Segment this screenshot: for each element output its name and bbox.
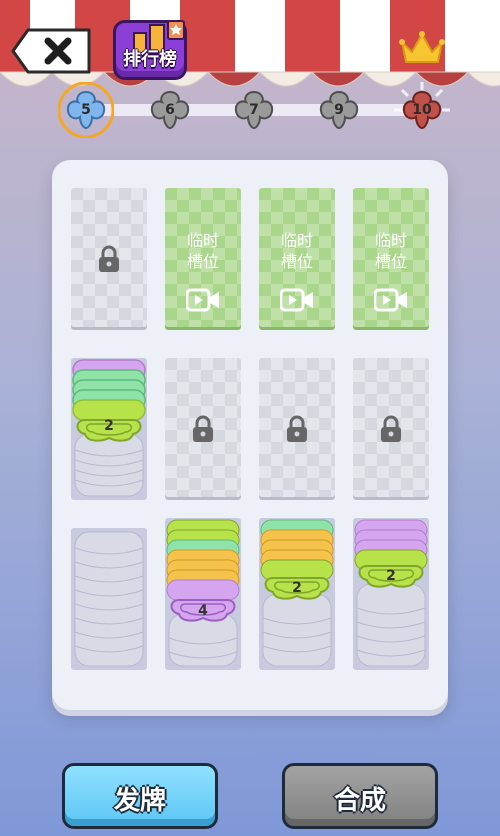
stack-slot[interactable]: 2 bbox=[259, 518, 335, 670]
stack-slot[interactable]: 4 bbox=[165, 518, 241, 670]
stack-count: 2 bbox=[292, 580, 302, 596]
stack-slot[interactable]: 2 bbox=[353, 518, 429, 670]
deal-button[interactable]: 发牌 bbox=[62, 763, 218, 829]
stack-count: 2 bbox=[104, 418, 114, 434]
locked-slot[interactable] bbox=[165, 358, 241, 500]
lock-icon bbox=[287, 415, 307, 442]
temp-slot-label: 临时 槽位 bbox=[186, 231, 219, 271]
lock-icon bbox=[381, 415, 401, 442]
merge-button[interactable]: 合成 bbox=[282, 763, 438, 829]
lock-icon bbox=[193, 415, 213, 442]
level-node: 7 bbox=[226, 82, 282, 138]
locked-slot[interactable] bbox=[71, 188, 147, 330]
stack-count: 4 bbox=[198, 603, 208, 619]
leaderboard-label: 排行榜 bbox=[123, 49, 177, 70]
video-camera-icon bbox=[374, 288, 407, 312]
locked-slot[interactable] bbox=[259, 358, 335, 500]
stack-slot[interactable]: 2 bbox=[71, 358, 147, 500]
game-board: 临时 槽位 临时 槽位 临时 槽位 2 4 2 2 bbox=[52, 160, 448, 710]
stack-count: 2 bbox=[386, 568, 396, 584]
temp-slot-ad-unlock[interactable]: 临时 槽位 bbox=[259, 188, 335, 330]
close-button[interactable] bbox=[10, 27, 92, 75]
level-node-goal: 10 bbox=[394, 82, 450, 138]
temp-slot-ad-unlock[interactable]: 临时 槽位 bbox=[165, 188, 241, 330]
temp-slot-label: 临时 槽位 bbox=[374, 231, 407, 271]
level-node: 6 bbox=[142, 82, 198, 138]
video-camera-icon bbox=[186, 288, 219, 312]
temp-slot-label: 临时 槽位 bbox=[280, 231, 313, 271]
locked-slot[interactable] bbox=[353, 358, 429, 500]
video-camera-icon bbox=[280, 288, 313, 312]
deal-button-label: 发牌 bbox=[113, 786, 166, 816]
merge-button-label: 合成 bbox=[333, 786, 386, 816]
crown-icon bbox=[399, 31, 445, 63]
temp-slot-ad-unlock[interactable]: 临时 槽位 bbox=[353, 188, 429, 330]
lock-icon bbox=[99, 245, 119, 272]
level-node-current: 5 bbox=[57, 81, 115, 139]
level-node: 9 bbox=[311, 82, 367, 138]
stack-slot[interactable] bbox=[71, 528, 147, 670]
leaderboard-button[interactable]: 排行榜 bbox=[113, 20, 187, 80]
